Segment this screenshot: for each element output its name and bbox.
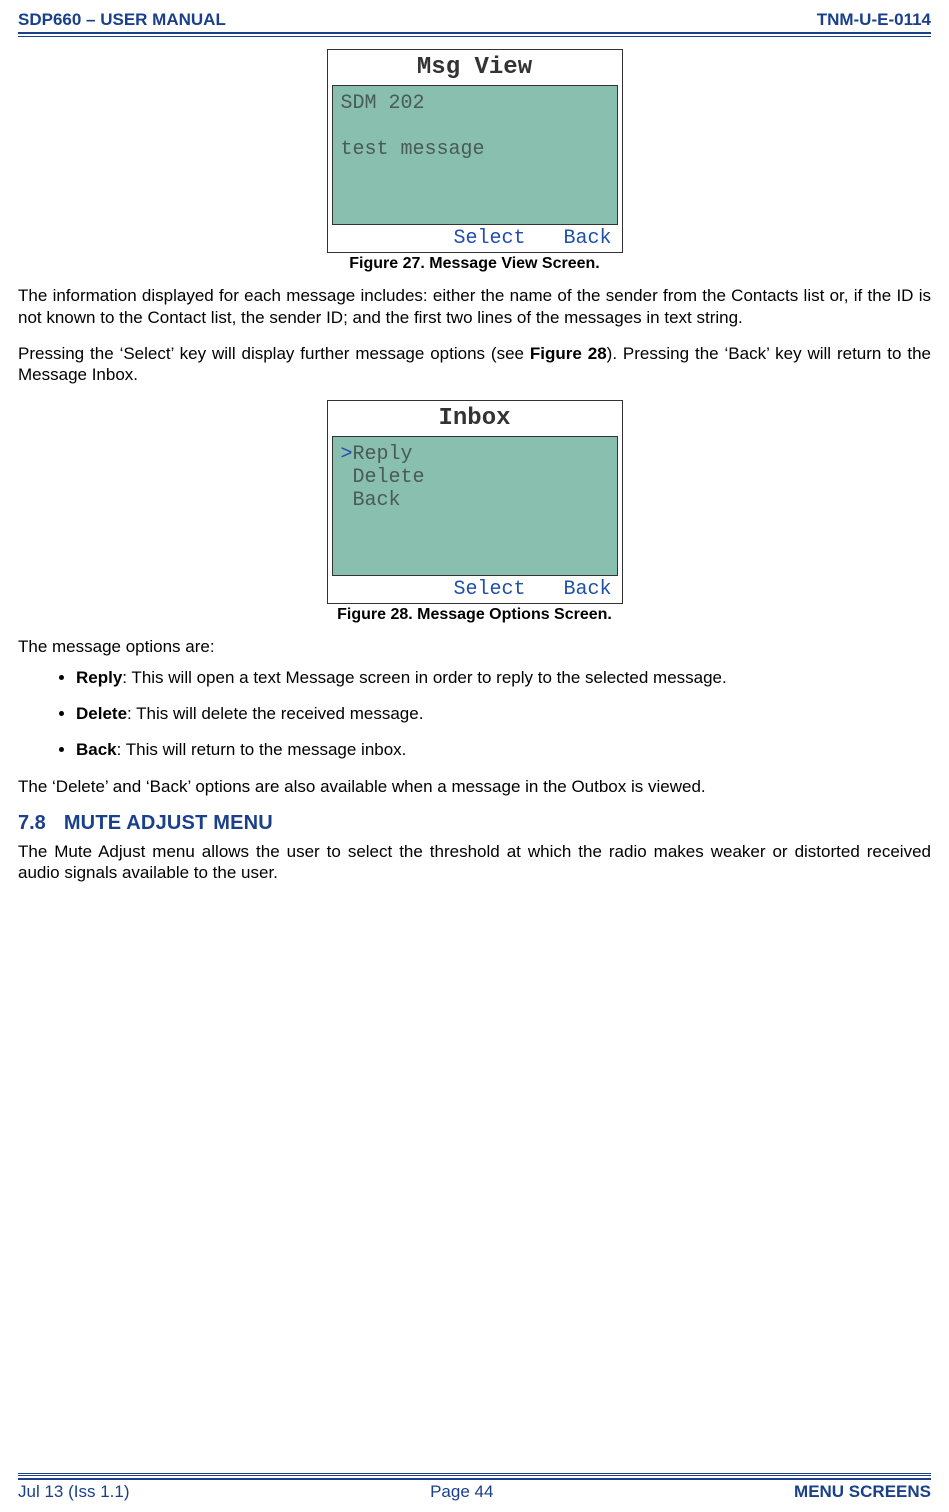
message-options-list: Reply: This will open a text Message scr…	[18, 668, 931, 760]
figure-27: Msg View SDM 202 test message Select Bac…	[18, 49, 931, 281]
footer-rule-bottom	[18, 1475, 931, 1480]
option-reply-text: : This will open a text Message screen i…	[122, 668, 726, 687]
figure-28: Inbox >Reply Delete Back Select Back Fig…	[18, 400, 931, 632]
softkey-back[interactable]: Back	[563, 578, 611, 601]
figure-28-ref: Figure 28	[530, 344, 607, 363]
screen-title-inbox: Inbox	[332, 405, 618, 432]
list-item: Back: This will return to the message in…	[76, 740, 931, 760]
screen-title: Msg View	[332, 54, 618, 81]
footer-left: Jul 13 (Iss 1.1)	[18, 1482, 130, 1502]
para2-lead: Pressing the ‘Select’ key will display f…	[18, 344, 530, 363]
softkey-select[interactable]: Select	[453, 227, 525, 250]
header-right: TNM-U-E-0114	[817, 10, 931, 30]
figure-27-caption: Figure 27. Message View Screen.	[349, 255, 600, 273]
option-delete-text: : This will delete the received message.	[127, 704, 423, 723]
footer-center: Page 44	[430, 1482, 493, 1502]
paragraph-mute-adjust: The Mute Adjust menu allows the user to …	[18, 841, 931, 885]
header-left: SDP660 – USER MANUAL	[18, 10, 226, 30]
screen-body-inbox: >Reply Delete Back	[332, 436, 618, 576]
paragraph-outbox-note: The ‘Delete’ and ‘Back’ options are also…	[18, 776, 931, 798]
screen-body: SDM 202 test message	[332, 85, 618, 225]
option-back-text: : This will return to the message inbox.	[117, 740, 407, 759]
option-reply-lead: Reply	[76, 668, 122, 687]
msg-sender: SDM 202	[341, 92, 609, 115]
paragraph-select-key: Pressing the ‘Select’ key will display f…	[18, 343, 931, 387]
option-delete-row[interactable]: Delete	[341, 466, 609, 489]
paragraph-options-intro: The message options are:	[18, 636, 931, 658]
section-title: MUTE ADJUST MENU	[64, 812, 273, 834]
device-screen-inbox: Inbox >Reply Delete Back Select Back	[327, 400, 623, 604]
option-back-lead: Back	[76, 740, 117, 759]
footer-right: MENU SCREENS	[794, 1482, 931, 1502]
list-item: Delete: This will delete the received me…	[76, 704, 931, 724]
softkey-select[interactable]: Select	[453, 578, 525, 601]
option-reply-label: Reply	[353, 443, 413, 466]
section-number: 7.8	[18, 812, 46, 834]
figure-28-caption: Figure 28. Message Options Screen.	[337, 606, 612, 624]
option-delete-lead: Delete	[76, 704, 127, 723]
list-item: Reply: This will open a text Message scr…	[76, 668, 931, 688]
section-heading-mute-adjust: 7.8 MUTE ADJUST MENU	[18, 812, 931, 835]
device-screen-msg-view: Msg View SDM 202 test message Select Bac…	[327, 49, 623, 253]
cursor-icon: >	[341, 443, 353, 466]
msg-text-line: test message	[341, 138, 609, 161]
blank-line	[341, 115, 609, 138]
option-back-row[interactable]: Back	[341, 489, 609, 512]
option-reply-row[interactable]: >Reply	[341, 443, 609, 466]
softkey-back[interactable]: Back	[563, 227, 611, 250]
paragraph-msg-info: The information displayed for each messa…	[18, 285, 931, 329]
